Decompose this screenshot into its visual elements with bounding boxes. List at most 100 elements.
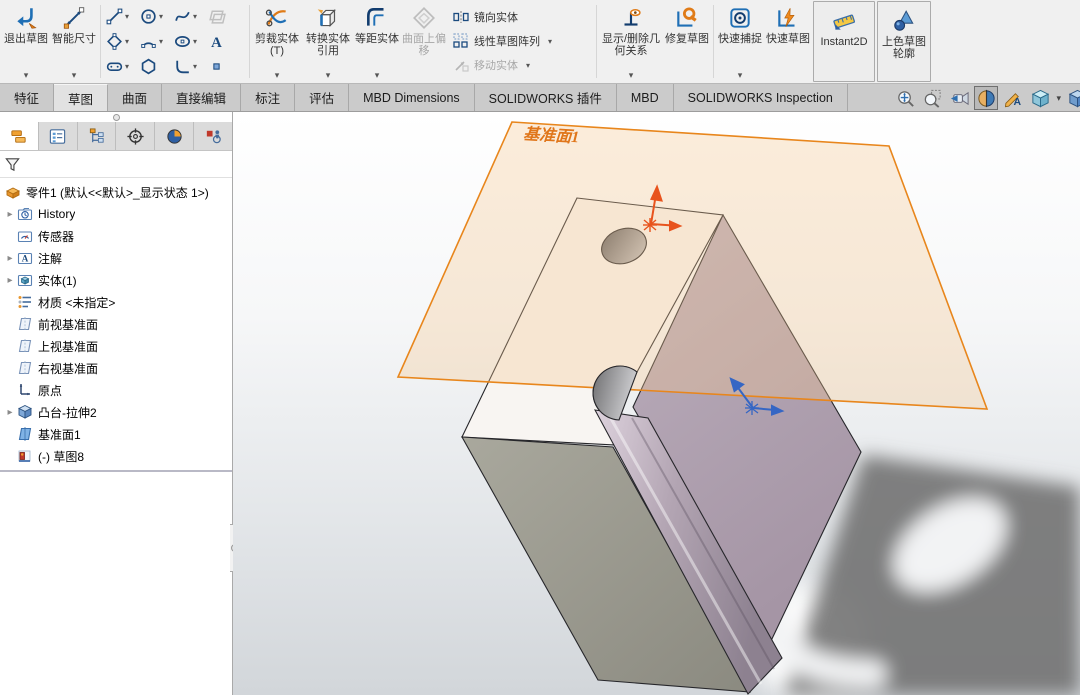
rectangle-tool-button[interactable]: ▾ (105, 32, 139, 51)
polygon-icon (139, 57, 158, 76)
view-annotations-button[interactable]: A (1001, 86, 1025, 110)
displaymanager-tab[interactable] (155, 122, 194, 150)
tab-evaluate[interactable]: 评估 (295, 84, 349, 111)
tree-item-sketch8[interactable]: (-) 草图8 (0, 445, 232, 467)
zoom-to-fit-icon (895, 88, 916, 109)
arc-tool-button[interactable]: ▾ (139, 32, 173, 51)
smart-dimension-button[interactable]: 智能尺寸 ▾ (50, 0, 98, 83)
ellipse-dropdown[interactable]: ▾ (193, 37, 197, 46)
point-tool-button[interactable] (207, 57, 241, 76)
graphics-viewport[interactable]: 基准面1 (233, 112, 1080, 695)
expand-arrow-icon[interactable]: ▸ (4, 407, 16, 418)
expand-arrow-icon[interactable]: ▸ (4, 275, 16, 286)
expand-arrow-icon[interactable]: ▸ (4, 253, 16, 264)
tab-direct-editing[interactable]: 直接编辑 (162, 84, 241, 111)
origin-icon (17, 382, 33, 398)
fillet-tool-button[interactable]: ▾ (173, 57, 207, 76)
slot-dropdown[interactable]: ▾ (125, 62, 129, 71)
offset-on-surface-button[interactable]: 曲面上偏移 (400, 0, 448, 83)
tree-item-boss-extrude2[interactable]: ▸ 凸台-拉伸2 (0, 401, 232, 423)
smart-dimension-icon (61, 5, 87, 31)
tree-item-origin[interactable]: 原点 (0, 379, 232, 401)
tree-item-history[interactable]: ▸ History (0, 203, 232, 225)
tab-sketch[interactable]: 草图 (54, 84, 108, 111)
trim-entities-button[interactable]: 剪裁实体(T) ▾ (252, 0, 302, 83)
zoom-to-area-button[interactable] (920, 86, 944, 110)
smart-dimension-dropdown[interactable]: ▾ (72, 71, 77, 80)
tab-mbd-dimensions[interactable]: MBD Dimensions (349, 84, 475, 111)
dimxpertmanager-tab[interactable] (116, 122, 155, 150)
configurationmanager-tab[interactable] (78, 122, 117, 150)
exit-sketch-dropdown[interactable]: ▾ (24, 71, 29, 80)
spline-tool-button[interactable]: ▾ (173, 7, 207, 26)
move-entities-dropdown[interactable]: ▾ (526, 61, 530, 70)
tab-mbd[interactable]: MBD (617, 84, 674, 111)
tab-features[interactable]: 特征 (0, 84, 54, 111)
polygon-tool-button[interactable] (139, 57, 173, 76)
slot-tool-button[interactable]: ▾ (105, 57, 139, 76)
view-orientation-icon (1030, 88, 1051, 109)
previous-view-button[interactable] (947, 86, 971, 110)
convert-entities-icon (315, 5, 341, 31)
tree-item-front-plane[interactable]: 前视基准面 (0, 313, 232, 335)
tab-solidworks-inspection[interactable]: SOLIDWORKS Inspection (674, 84, 848, 111)
quick-snaps-dropdown[interactable]: ▾ (738, 71, 743, 80)
tree-item-top-plane[interactable]: 上视基准面 (0, 335, 232, 357)
reference-plane[interactable] (398, 122, 987, 409)
text-tool-button[interactable]: A (207, 32, 241, 51)
section-view-button[interactable] (974, 86, 998, 110)
filter-funnel-icon[interactable] (4, 156, 21, 173)
tree-item-annotations[interactable]: ▸ A 注解 (0, 247, 232, 269)
ellipse-tool-button[interactable]: ▾ (173, 32, 207, 51)
exit-sketch-button[interactable]: 退出草图 ▾ (2, 0, 50, 83)
rectangle-dropdown[interactable]: ▾ (125, 37, 129, 46)
expand-arrow-icon[interactable]: ▸ (4, 209, 16, 220)
circle-dropdown[interactable]: ▾ (159, 12, 163, 21)
shaded-sketch-contours-button[interactable]: 上色草图轮廓 (877, 1, 931, 82)
zoom-to-fit-button[interactable] (893, 86, 917, 110)
tree-item-sensors[interactable]: 传感器 (0, 225, 232, 247)
repair-sketch-button[interactable]: 修复草图 (663, 0, 711, 83)
tree-item-plane1[interactable]: 基准面1 (0, 423, 232, 445)
display-style-button[interactable] (1065, 86, 1080, 110)
view-orientation-dropdown[interactable]: ▾ (1056, 93, 1061, 104)
tree-item-material[interactable]: 材质 <未指定> (0, 291, 232, 313)
linear-pattern-dropdown[interactable]: ▾ (548, 37, 552, 46)
trim-entities-dropdown[interactable]: ▾ (275, 71, 280, 80)
convert-entities-dropdown[interactable]: ▾ (326, 71, 331, 80)
rapid-sketch-button[interactable]: 快速草图 (764, 0, 812, 83)
line-dropdown[interactable]: ▾ (125, 12, 129, 21)
propertymanager-tab[interactable] (39, 122, 78, 150)
sketch-plane-tool-button[interactable] (207, 7, 241, 26)
boss-extrude-icon (17, 404, 33, 420)
offset-entities-dropdown[interactable]: ▾ (375, 71, 380, 80)
cam-tab-icon (204, 127, 223, 146)
instant2d-button[interactable]: Instant2D (813, 1, 875, 82)
mirror-entities-button[interactable]: 镜向实体 (452, 5, 590, 29)
tree-root-part[interactable]: 零件1 (默认<<默认>_显示状态 1>) (0, 181, 232, 203)
panel-grip[interactable] (0, 112, 232, 122)
offset-entities-button[interactable]: 等距实体 ▾ (354, 0, 400, 83)
tree-item-solid-bodies[interactable]: ▸ 实体(1) (0, 269, 232, 291)
tab-annotate[interactable]: 标注 (241, 84, 295, 111)
linear-sketch-pattern-button[interactable]: 线性草图阵列 ▾ (452, 29, 590, 53)
fillet-dropdown[interactable]: ▾ (193, 62, 197, 71)
display-delete-relations-dropdown[interactable]: ▾ (629, 71, 634, 80)
featuremanager-tab[interactable] (0, 122, 39, 150)
quick-snaps-button[interactable]: 快速捕捉 ▾ (716, 0, 764, 83)
part-icon (5, 184, 21, 200)
arc-dropdown[interactable]: ▾ (159, 37, 163, 46)
convert-entities-button[interactable]: 转换实体引用 ▾ (302, 0, 354, 83)
move-entities-button[interactable]: 移动实体 ▾ (452, 53, 590, 77)
tree-item-right-plane[interactable]: 右视基准面 (0, 357, 232, 379)
circle-tool-button[interactable]: ▾ (139, 7, 173, 26)
view-orientation-button[interactable] (1028, 86, 1052, 110)
material-icon (17, 294, 33, 310)
spline-dropdown[interactable]: ▾ (193, 12, 197, 21)
cam-tab[interactable] (194, 122, 232, 150)
display-delete-relations-button[interactable]: 显示/删除几何关系 ▾ (599, 0, 663, 83)
tab-solidworks-addins[interactable]: SOLIDWORKS 插件 (475, 84, 617, 111)
displaymanager-icon (165, 127, 184, 146)
tab-surfaces[interactable]: 曲面 (108, 84, 162, 111)
line-tool-button[interactable]: ▾ (105, 7, 139, 26)
